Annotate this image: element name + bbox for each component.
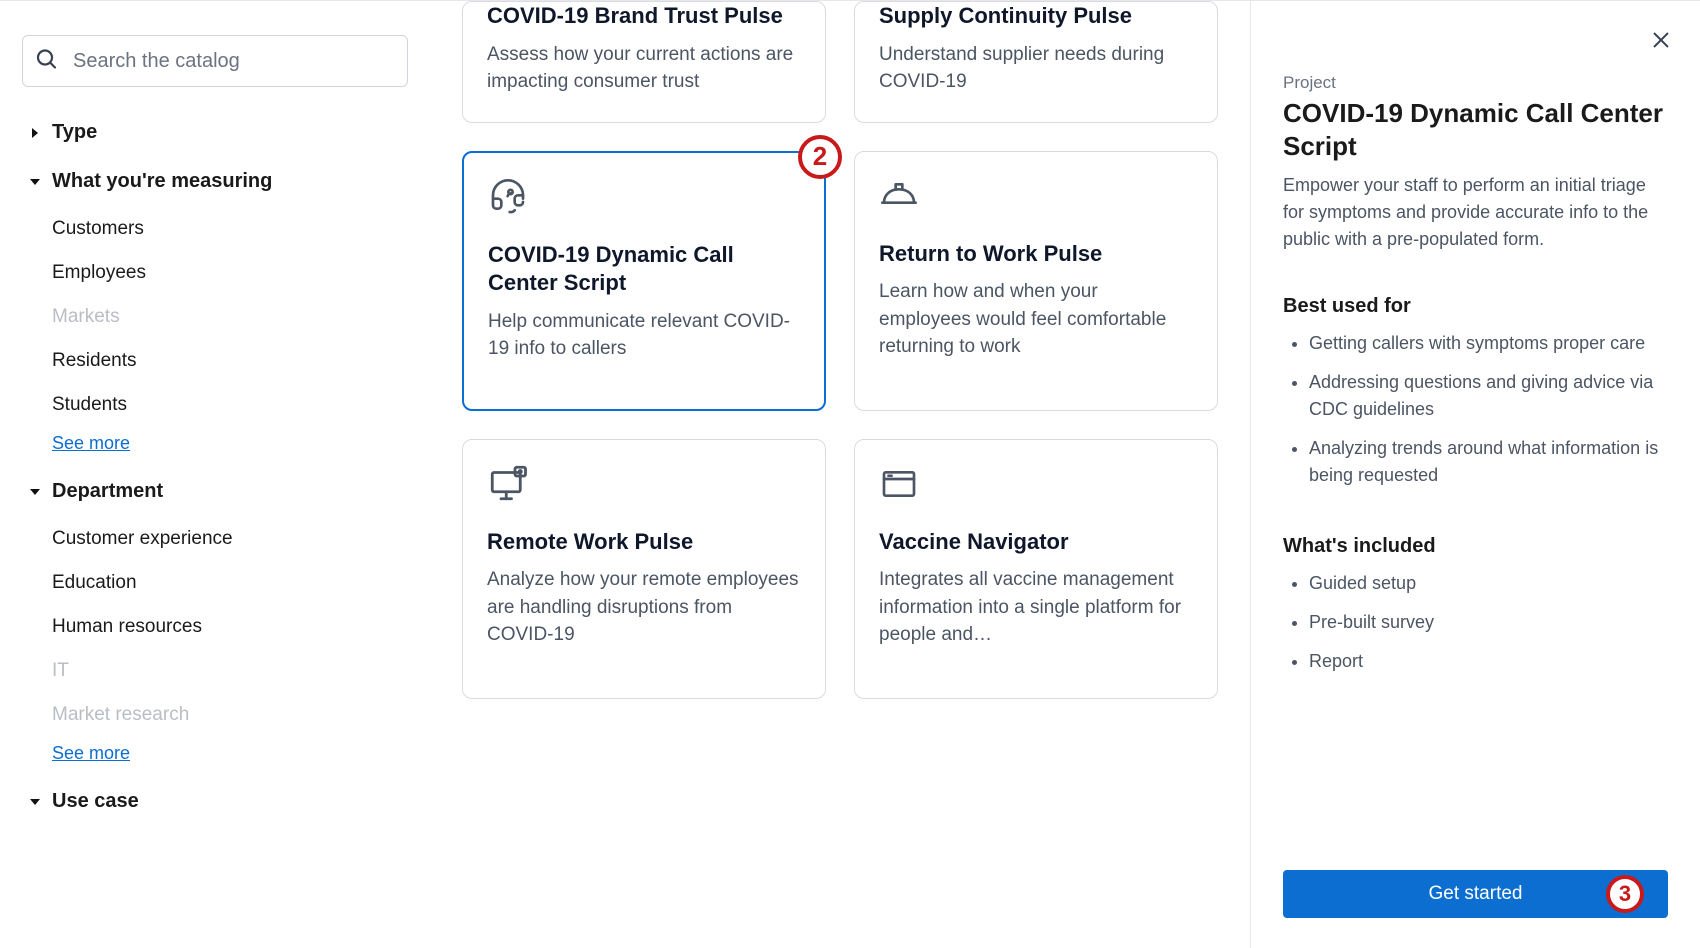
facet-items: Customer experienceEducationHuman resour… xyxy=(28,517,408,737)
included-item: Report xyxy=(1309,648,1668,675)
included-header: What's included xyxy=(1283,535,1668,558)
catalog-card[interactable]: COVID-19 Brand Trust Pulse Assess how you… xyxy=(462,1,826,123)
card-title: Return to Work Pulse xyxy=(879,240,1193,269)
card-description: Integrates all vaccine management inform… xyxy=(879,566,1193,649)
facet-item[interactable]: Residents xyxy=(52,339,408,383)
facet-items: CustomersEmployeesMarketsResidentsStuden… xyxy=(28,207,408,427)
best-used-list: Getting callers with symptoms proper car… xyxy=(1283,330,1668,501)
facet-header[interactable]: What you're measuring xyxy=(28,170,408,193)
card-grid: COVID-19 Brand Trust Pulse Assess how you… xyxy=(462,1,1218,699)
detail-title: COVID-19 Dynamic Call Center Script xyxy=(1283,97,1668,162)
hardhat-icon xyxy=(879,174,1193,216)
card-title: Vaccine Navigator xyxy=(879,528,1193,557)
catalog-card[interactable]: Remote Work Pulse Analyze how your remote… xyxy=(462,439,826,699)
card-description: Learn how and when your employees would … xyxy=(879,278,1193,361)
facet-item: Market research xyxy=(52,693,408,737)
catalog-card[interactable]: Vaccine Navigator Integrates all vaccine … xyxy=(854,439,1218,699)
headset-icon xyxy=(488,175,800,217)
cta-wrap: Get started 3 xyxy=(1283,870,1668,918)
search-input[interactable] xyxy=(22,35,408,87)
facet-item[interactable]: Human resources xyxy=(52,605,408,649)
catalog-card[interactable]: COVID-19 Dynamic Call Center Script Help … xyxy=(462,151,826,411)
facet-header[interactable]: Use case xyxy=(28,790,408,813)
card-description: Understand supplier needs during COVID-1… xyxy=(879,41,1193,96)
facet-label: Department xyxy=(52,480,163,503)
card-title: COVID-19 Brand Trust Pulse xyxy=(487,2,801,31)
catalog-card[interactable]: Return to Work Pulse Learn how and when y… xyxy=(854,151,1218,411)
facet-item[interactable]: Customer experience xyxy=(52,517,408,561)
facet-group: Type xyxy=(22,121,408,144)
facet-label: Use case xyxy=(52,790,139,813)
card-description: Help communicate relevant COVID-19 info … xyxy=(488,308,800,363)
included-item: Pre-built survey xyxy=(1309,609,1668,636)
spacer xyxy=(1283,721,1668,870)
best-used-item: Analyzing trends around what information… xyxy=(1309,435,1668,489)
caret-right-icon xyxy=(28,127,42,139)
facet-item[interactable]: Employees xyxy=(52,251,408,295)
facet-label: What you're measuring xyxy=(52,170,272,193)
catalog-card[interactable]: Supply Continuity Pulse Understand suppli… xyxy=(854,1,1218,123)
close-icon[interactable] xyxy=(1650,29,1672,56)
window-icon xyxy=(879,462,1193,504)
facet-group: Department Customer experienceEducationHu… xyxy=(22,480,408,764)
detail-kicker: Project xyxy=(1283,73,1668,93)
see-more-link[interactable]: See more xyxy=(52,433,130,454)
facet-group: What you're measuring CustomersEmployeesM… xyxy=(22,170,408,454)
annotation-2: 2 xyxy=(798,135,842,179)
card-title: Supply Continuity Pulse xyxy=(879,2,1193,31)
card-description: Analyze how your remote employees are ha… xyxy=(487,566,801,649)
get-started-button[interactable]: Get started xyxy=(1283,870,1668,918)
facet-item: IT xyxy=(52,649,408,693)
caret-down-icon xyxy=(28,486,42,498)
detail-panel: Project COVID-19 Dynamic Call Center Scr… xyxy=(1250,1,1700,948)
facet-header[interactable]: Department xyxy=(28,480,408,503)
card-title: Remote Work Pulse xyxy=(487,528,801,557)
search-icon xyxy=(34,47,58,76)
facet-header[interactable]: Type xyxy=(28,121,408,144)
best-used-item: Addressing questions and giving advice v… xyxy=(1309,369,1668,423)
monitor-icon xyxy=(487,462,801,504)
catalog: COVID-19 Brand Trust Pulse Assess how you… xyxy=(430,1,1250,948)
facet-item[interactable]: Education xyxy=(52,561,408,605)
see-more-link[interactable]: See more xyxy=(52,743,130,764)
included-item: Guided setup xyxy=(1309,570,1668,597)
app-root: Type What you're measuring CustomersEmploy… xyxy=(0,0,1700,948)
caret-down-icon xyxy=(28,176,42,188)
best-used-item: Getting callers with symptoms proper car… xyxy=(1309,330,1668,357)
detail-description: Empower your staff to perform an initial… xyxy=(1283,172,1668,253)
facet-label: Type xyxy=(52,121,97,144)
facet-item[interactable]: Students xyxy=(52,383,408,427)
card-title: COVID-19 Dynamic Call Center Script xyxy=(488,241,800,298)
best-used-header: Best used for xyxy=(1283,295,1668,318)
filter-sidebar: Type What you're measuring CustomersEmploy… xyxy=(0,1,430,948)
facet-group: Use case xyxy=(22,790,408,813)
facets: Type What you're measuring CustomersEmploy… xyxy=(22,121,408,813)
included-list: Guided setup Pre-built survey Report xyxy=(1283,570,1668,687)
caret-down-icon xyxy=(28,796,42,808)
facet-item[interactable]: Customers xyxy=(52,207,408,251)
card-description: Assess how your current actions are impa… xyxy=(487,41,801,96)
search-wrap xyxy=(22,35,408,87)
facet-item: Markets xyxy=(52,295,408,339)
